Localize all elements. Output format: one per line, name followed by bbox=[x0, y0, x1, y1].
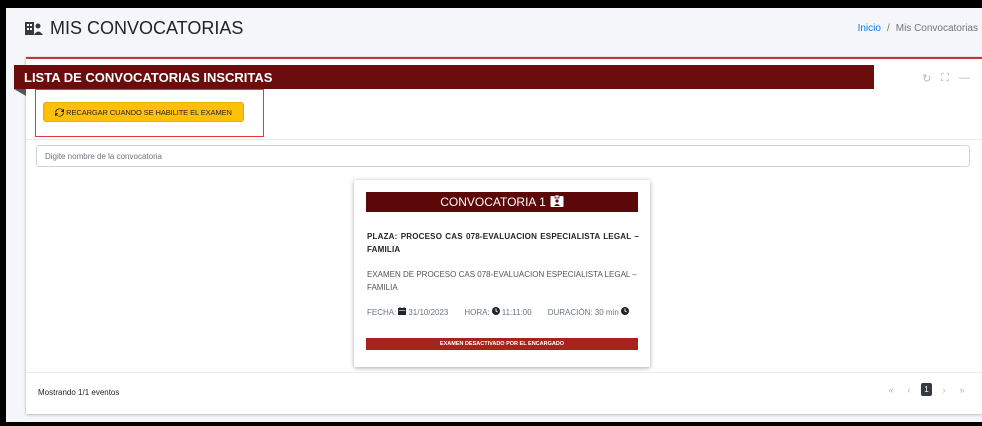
card-tools: ↻ ⛶ — bbox=[922, 72, 970, 85]
breadcrumb-separator: / bbox=[886, 22, 890, 34]
convocatoria-plaza: PLAZA: PROCESO CAS 078-EVALUACION ESPECI… bbox=[367, 232, 639, 254]
reload-exam-button[interactable]: RECARGAR CUANDO SE HABILITE EL EXAMEN bbox=[43, 102, 244, 122]
pagination-last[interactable]: » bbox=[956, 385, 968, 395]
clock-icon bbox=[491, 307, 500, 317]
pagination-first[interactable]: « bbox=[885, 385, 897, 395]
refresh-icon[interactable]: ↻ bbox=[922, 72, 931, 85]
app-frame: MIS CONVOCATORIAS Inicio / Mis Convocatori… bbox=[6, 8, 982, 422]
page-title-text: MIS CONVOCATORIAS bbox=[50, 17, 244, 38]
reload-button-label: RECARGAR CUANDO SE HABILITE EL EXAMEN bbox=[66, 107, 232, 117]
id-badge-icon bbox=[550, 194, 564, 210]
convocatoria-title-text: CONVOCATORIA 1 bbox=[440, 195, 546, 209]
convocatoria-description: EXAMEN DE PROCESO CAS 078-EVALUACION ESP… bbox=[367, 270, 637, 292]
calendar-icon bbox=[398, 307, 407, 317]
sync-icon bbox=[55, 107, 65, 117]
fecha-label: FECHA: bbox=[367, 307, 397, 317]
breadcrumb: Inicio / Mis Convocatorias bbox=[858, 23, 978, 34]
fecha-value: 31/10/2023 bbox=[408, 307, 449, 317]
duracion-group: DURACIÓN: 30 min bbox=[548, 307, 629, 317]
breadcrumb-current: Mis Convocatorias bbox=[895, 22, 978, 34]
pagination: « ‹ 1 › » bbox=[885, 383, 968, 396]
collapse-icon[interactable]: — bbox=[959, 72, 970, 85]
convocatoria-card: CONVOCATORIA 1 PLAZA: PROCESO CAS 078-EV… bbox=[354, 180, 650, 367]
hora-value: 11:11:00 bbox=[501, 307, 532, 317]
ribbon-fold bbox=[14, 89, 26, 96]
pagination-page-1[interactable]: 1 bbox=[921, 383, 932, 396]
hora-label: HORA: bbox=[464, 307, 490, 317]
hora-group: HORA: 11:11:00 bbox=[464, 307, 532, 317]
fecha-group: FECHA: 31/10/2023 bbox=[367, 307, 448, 317]
breadcrumb-home-link[interactable]: Inicio bbox=[858, 23, 881, 34]
divider bbox=[26, 139, 982, 140]
exam-status-badge: EXAMEN DESACTIVADO POR EL ENCARGADO bbox=[366, 338, 638, 350]
building-people-icon bbox=[24, 20, 44, 36]
clock-icon bbox=[620, 307, 629, 317]
convocatoria-title: CONVOCATORIA 1 bbox=[366, 192, 638, 212]
pagination-prev[interactable]: ‹ bbox=[903, 385, 915, 395]
expand-icon[interactable]: ⛶ bbox=[941, 72, 949, 85]
card-title: LISTA DE CONVOCATORIAS INSCRITAS bbox=[14, 65, 874, 89]
duracion-label: DURACIÓN: 30 min bbox=[547, 307, 619, 317]
convocatoria-meta: FECHA: 31/10/2023 HORA: 11:11:00 DURACIÓ… bbox=[367, 307, 642, 317]
content-header: MIS CONVOCATORIAS Inicio / Mis Convocatori… bbox=[6, 8, 982, 48]
convocatorias-card: LISTA DE CONVOCATORIAS INSCRITAS ↻ ⛶ — R… bbox=[14, 57, 982, 414]
page-title: MIS CONVOCATORIAS bbox=[24, 18, 243, 39]
search-input[interactable] bbox=[36, 145, 970, 167]
footer-divider bbox=[26, 372, 982, 373]
showing-events-text: Mostrando 1/1 eventos bbox=[38, 388, 120, 397]
pagination-next[interactable]: › bbox=[938, 385, 950, 395]
